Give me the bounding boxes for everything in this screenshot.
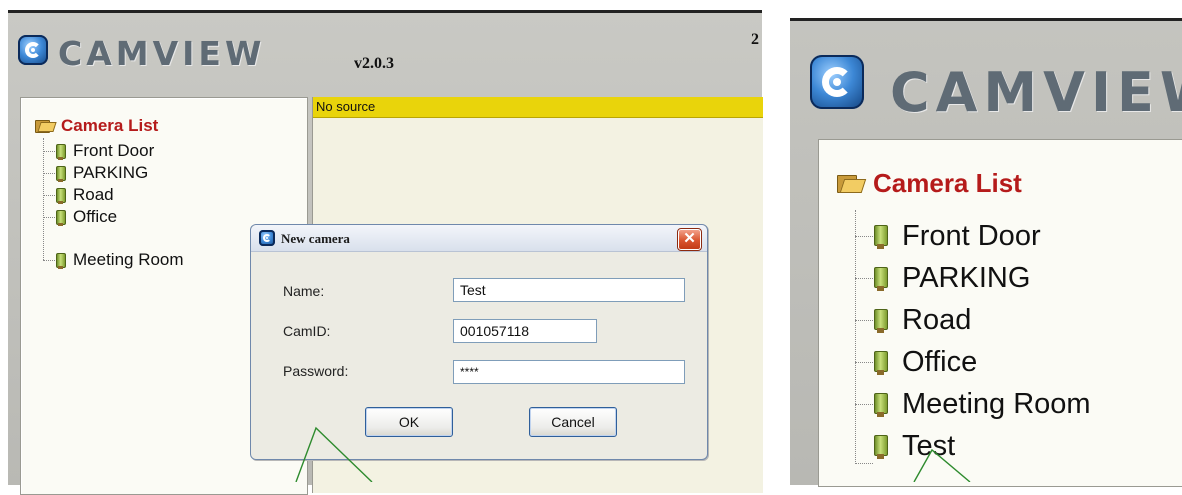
camera-item-front-door[interactable]: Front Door <box>55 140 154 162</box>
video-status-bar: No source <box>313 97 763 118</box>
camera-icon <box>55 165 66 182</box>
camera-icon <box>873 393 888 418</box>
tree-connector <box>855 236 873 237</box>
camera-item-label: PARKING <box>902 262 1031 294</box>
camera-list-zoom: CAMVIEW Camera List Front Door PARKING R… <box>790 18 1182 487</box>
brand-title: CAMVIEW <box>58 34 266 73</box>
camera-icon <box>55 252 66 269</box>
tree-connector <box>855 210 856 464</box>
camera-icon <box>873 267 888 292</box>
camera-item-label: Road <box>73 185 114 204</box>
version-label: v2.0.3 <box>354 55 394 72</box>
camera-icon <box>873 435 888 460</box>
cut-off-text: 2 <box>751 31 759 48</box>
camera-item-label: Front Door <box>73 141 155 160</box>
camera-item-label: Meeting Room <box>902 388 1091 420</box>
tree-connector <box>855 362 873 363</box>
camera-item-office[interactable]: Office <box>55 206 117 228</box>
camera-item-parking[interactable]: PARKING <box>873 258 1030 298</box>
ok-button[interactable]: OK <box>365 407 453 437</box>
tree-connector <box>855 278 873 279</box>
tree-connector <box>855 404 873 405</box>
brand-title-zoom: CAMVIEW <box>890 61 1182 124</box>
close-icon[interactable]: ✕ <box>677 228 702 251</box>
camera-item-meeting-room[interactable]: Meeting Room <box>873 384 1091 424</box>
camera-icon <box>873 309 888 334</box>
camera-item-parking[interactable]: PARKING <box>55 162 148 184</box>
camera-icon <box>55 187 66 204</box>
camera-item-front-door[interactable]: Front Door <box>873 216 1041 256</box>
camview-logo-icon <box>259 230 275 246</box>
cancel-button[interactable]: Cancel <box>529 407 617 437</box>
camera-item-label: Office <box>73 207 118 226</box>
camera-list-root[interactable]: Camera List <box>837 168 1022 199</box>
tree-connector <box>855 463 873 464</box>
camera-item-label: Road <box>902 304 972 336</box>
camera-list-title: Camera List <box>873 168 1022 198</box>
camera-list-root[interactable]: Camera List <box>35 116 158 136</box>
camera-list-panel-zoom: Camera List Front Door PARKING Road Offi… <box>818 139 1182 487</box>
camera-item-label: Meeting Room <box>73 250 184 269</box>
tree-connector <box>855 320 873 321</box>
folder-icon <box>35 118 53 133</box>
camera-item-label: Front Door <box>902 220 1041 252</box>
camera-item-label: Office <box>902 346 978 378</box>
camid-field[interactable] <box>453 319 597 343</box>
tree-connector <box>43 138 44 260</box>
new-camera-dialog: New camera ✕ Name: CamID: Password: OK C… <box>250 224 708 460</box>
camid-label: CamID: <box>283 323 331 339</box>
dialog-title: New camera <box>281 231 350 246</box>
camera-item-office[interactable]: Office <box>873 342 977 382</box>
camera-icon <box>55 209 66 226</box>
name-field[interactable] <box>453 278 685 302</box>
password-field[interactable] <box>453 360 685 384</box>
name-label: Name: <box>283 283 325 299</box>
camera-item-road[interactable]: Road <box>873 300 971 340</box>
camera-item-label: PARKING <box>73 163 149 182</box>
camview-logo-icon <box>810 55 864 109</box>
password-label: Password: <box>283 363 349 379</box>
camera-item-label: Test <box>902 430 956 462</box>
camera-item-test[interactable]: Test <box>873 426 955 466</box>
camera-list-title: Camera List <box>61 116 159 135</box>
camera-item-road[interactable]: Road <box>55 184 114 206</box>
folder-icon <box>837 173 863 194</box>
camera-icon <box>873 351 888 376</box>
dialog-titlebar[interactable]: New camera ✕ <box>251 225 707 252</box>
camera-icon <box>55 143 66 160</box>
camera-item-meeting-room[interactable]: Meeting Room <box>55 249 184 271</box>
camview-logo-icon <box>18 35 48 65</box>
camera-icon <box>873 225 888 250</box>
